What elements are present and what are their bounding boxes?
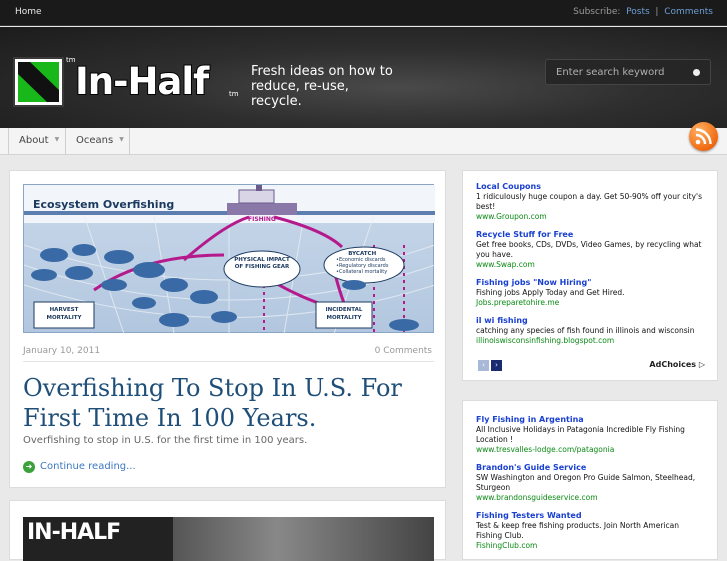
ad-prev-button[interactable]: ‹ bbox=[478, 360, 489, 371]
post-title[interactable]: Overfishing To Stop In U.S. For First Ti… bbox=[23, 373, 434, 433]
site-tagline: Fresh ideas on how to reduce, re-use, re… bbox=[251, 64, 393, 109]
search-icon[interactable] bbox=[693, 69, 700, 76]
post-date: January 10, 2011 bbox=[23, 346, 101, 356]
ad-box: Local Coupons 1 ridiculously huge coupon… bbox=[462, 170, 718, 381]
adchoices-link[interactable]: AdChoices ▷ bbox=[649, 360, 705, 369]
ad-item[interactable]: il wi fishing catching any species of fi… bbox=[476, 315, 705, 346]
logo-tm: tm bbox=[229, 90, 239, 98]
ad-description: Fishing jobs Apply Today and Get Hired. bbox=[476, 288, 625, 297]
ad-item[interactable]: Recycle Stuff for Free Get free books, C… bbox=[476, 229, 705, 270]
read-more-link[interactable]: ➜ Continue reading... bbox=[23, 461, 136, 473]
nav-item-label: Oceans bbox=[76, 135, 114, 146]
ad-headline[interactable]: Recycle Stuff for Free bbox=[476, 229, 705, 240]
ad-item[interactable]: Local Coupons 1 ridiculously huge coupon… bbox=[476, 181, 705, 222]
ad-description: SW Washington and Oregon Pro Guide Salmo… bbox=[476, 473, 696, 492]
post-excerpt: Overfishing to stop in U.S. for the firs… bbox=[23, 435, 308, 446]
diagram-label-incidental: INCIDENTAL MORTALITY bbox=[325, 307, 363, 321]
divider bbox=[23, 361, 434, 362]
comments-feed-link[interactable]: Comments bbox=[664, 7, 713, 17]
diagram-label-impact: PHYSICAL IMPACT OF FISHING GEAR bbox=[234, 257, 290, 270]
post-card: IN-HALF bbox=[9, 500, 446, 561]
diagram-bycatch-item: •Collateral mortality bbox=[336, 269, 388, 275]
logo-icon[interactable] bbox=[13, 57, 64, 107]
ad-footer: ‹ › AdChoices ▷ bbox=[476, 358, 705, 372]
ad-description: Get free books, CDs, DVDs, Video Games, … bbox=[476, 240, 702, 259]
ad-headline[interactable]: Local Coupons bbox=[476, 181, 705, 192]
arrow-right-icon: ➜ bbox=[23, 461, 35, 473]
posts-feed-link[interactable]: Posts bbox=[626, 7, 650, 17]
ad-description: All Inclusive Holidays in Patagonia Incr… bbox=[476, 425, 685, 444]
main-nav: About ▼ Oceans ▼ bbox=[0, 128, 727, 155]
ad-item[interactable]: Fly Fishing in Argentina All Inclusive H… bbox=[476, 414, 705, 455]
ad-url[interactable]: www.Swap.com bbox=[476, 260, 705, 270]
ad-box: Fly Fishing in Argentina All Inclusive H… bbox=[462, 400, 718, 560]
ad-headline[interactable]: Brandon's Guide Service bbox=[476, 462, 705, 473]
site-logo-text[interactable]: In-Half bbox=[74, 62, 210, 101]
chevron-down-icon: ▼ bbox=[119, 136, 124, 143]
ad-url[interactable]: www.Groupon.com bbox=[476, 212, 705, 222]
subscribe-area: Subscribe: Posts | Comments bbox=[573, 7, 713, 17]
ad-url[interactable]: www.brandonsguideservice.com bbox=[476, 493, 705, 503]
post-comments-link[interactable]: 0 Comments bbox=[375, 346, 432, 356]
read-more-label: Continue reading... bbox=[40, 461, 136, 472]
ad-item[interactable]: Brandon's Guide Service SW Washington an… bbox=[476, 462, 705, 503]
ad-headline[interactable]: il wi fishing bbox=[476, 315, 705, 326]
diagram-label-fishing: FISHING bbox=[248, 216, 276, 223]
site-header: tm In-Half tm Fresh ideas on how to redu… bbox=[0, 27, 727, 128]
post-card: Ecosystem Overfishing FISHING PHYSICAL I… bbox=[9, 170, 446, 488]
search-box bbox=[545, 59, 711, 85]
separator: | bbox=[655, 7, 659, 17]
home-link[interactable]: Home bbox=[15, 7, 42, 17]
ad-url[interactable]: www.tresvalles-lodge.com/patagonia bbox=[476, 445, 705, 455]
diagram-bycatch: BYCATCH •Economic discards •Regulatory d… bbox=[336, 251, 388, 275]
chevron-down-icon: ▼ bbox=[54, 136, 60, 143]
ad-description: 1 ridiculously huge coupon a day. Get 50… bbox=[476, 192, 702, 211]
nav-item-oceans[interactable]: Oceans ▼ bbox=[66, 128, 130, 155]
photo bbox=[173, 517, 434, 561]
ad-description: Test & keep free fishing products. Join … bbox=[476, 521, 679, 540]
diagram-label-harvest: HARVEST MORTALITY bbox=[46, 307, 82, 321]
ad-url[interactable]: FishingClub.com bbox=[476, 541, 705, 551]
top-bar: Home Subscribe: Posts | Comments bbox=[0, 0, 727, 26]
nav-item-label: About bbox=[19, 135, 49, 146]
ad-headline[interactable]: Fly Fishing in Argentina bbox=[476, 414, 705, 425]
post-featured-image[interactable]: Ecosystem Overfishing FISHING PHYSICAL I… bbox=[23, 184, 435, 334]
ad-headline[interactable]: Fishing Testers Wanted bbox=[476, 510, 705, 521]
rss-icon[interactable] bbox=[689, 122, 718, 151]
ad-description: catching any species of fish found in il… bbox=[476, 326, 695, 335]
post-featured-image[interactable]: IN-HALF bbox=[23, 517, 434, 561]
image-text: IN-HALF bbox=[27, 520, 121, 545]
search-input[interactable] bbox=[550, 63, 688, 81]
nav-item-about[interactable]: About ▼ bbox=[8, 128, 66, 155]
ad-next-button[interactable]: › bbox=[491, 360, 502, 371]
subscribe-label: Subscribe: bbox=[573, 7, 621, 17]
ad-headline[interactable]: Fishing jobs "Now Hiring" bbox=[476, 277, 705, 288]
ad-url[interactable]: illinoiswisconsinfishing.blogspot.com bbox=[476, 336, 705, 346]
image-title: Ecosystem Overfishing bbox=[33, 198, 175, 211]
ad-item[interactable]: Fishing jobs "Now Hiring" Fishing jobs A… bbox=[476, 277, 705, 308]
ad-url[interactable]: Jobs.preparetohire.me bbox=[476, 298, 705, 308]
